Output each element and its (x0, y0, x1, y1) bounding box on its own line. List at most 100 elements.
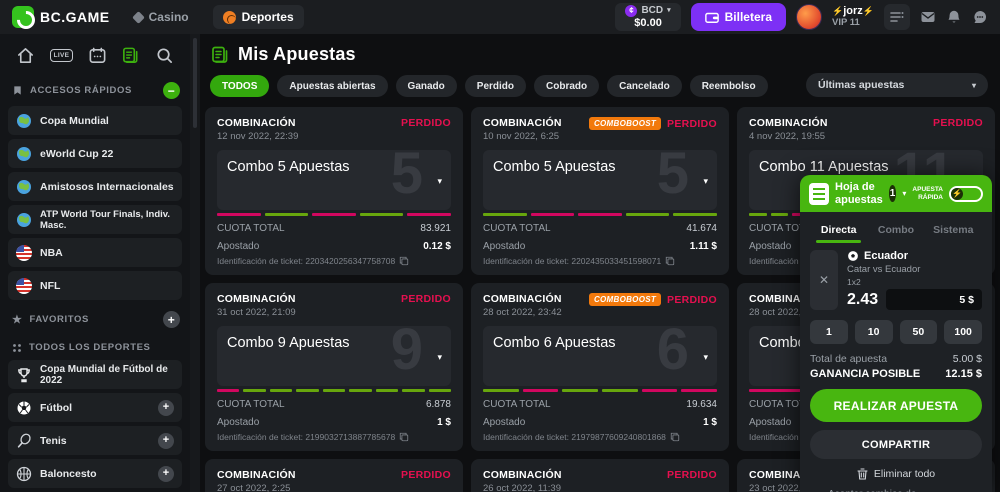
calendar-icon[interactable] (88, 46, 107, 65)
currency-selector[interactable]: ¢ BCD ▾ $0.00 (615, 3, 680, 31)
combo-summary[interactable]: Combo 5 Apuestas 5 ▾ (217, 150, 451, 210)
quick-bet-label: APUESTA RÁPIDA (912, 186, 943, 202)
avatar[interactable] (796, 4, 822, 30)
status-badge: PERDIDO (401, 469, 451, 481)
all-sports-header: TODOS LOS DEPORTES (8, 335, 182, 360)
sidebar-item-copa-mundial[interactable]: Copa Mundial (8, 106, 182, 135)
expand-futbol-button[interactable]: + (158, 400, 174, 416)
us-flag-icon (16, 245, 32, 261)
chevron-down-icon[interactable]: ▾ (437, 176, 442, 187)
remove-selection-button[interactable]: ✕ (810, 250, 838, 310)
tab-combo[interactable]: Combo (867, 218, 924, 243)
amount-10-button[interactable]: 10 (855, 320, 893, 344)
stake-input[interactable] (886, 289, 982, 310)
expand-baloncesto-button[interactable]: + (158, 466, 174, 482)
status-badge: PERDIDO (401, 293, 451, 305)
combo-title: Combo 11 Apuestas (759, 159, 889, 175)
filter-ganado[interactable]: Ganado (396, 75, 457, 97)
status-badge: PERDIDO (667, 294, 717, 306)
nav-tab-casino[interactable]: Casino (124, 5, 199, 29)
bcgame-logo[interactable]: BC.GAME (12, 6, 110, 28)
mail-icon[interactable] (920, 9, 936, 25)
nav-tab-deportes[interactable]: Deportes (213, 5, 304, 29)
user-info[interactable]: ⚡jorz⚡ VIP 11 (832, 5, 874, 29)
share-button[interactable]: COMPARTIR (810, 430, 982, 459)
sidebar-item-tenis[interactable]: Tenis + (8, 426, 182, 455)
chat-icon[interactable] (972, 9, 988, 25)
bell-icon[interactable] (946, 9, 962, 25)
filter-todos[interactable]: TODOS (210, 75, 269, 97)
bet-card[interactable]: COMBINACIÓN 12 nov 2022, 22:39 PERDIDO C… (205, 107, 463, 275)
filter-cobrado[interactable]: Cobrado (534, 75, 599, 97)
combo-summary[interactable]: Combo 5 Apuestas 5 ▾ (483, 150, 717, 210)
status-badge: PERDIDO (401, 117, 451, 129)
collapse-quick-access-button[interactable]: − (163, 82, 180, 99)
chevron-down-icon[interactable]: ▾ (703, 176, 708, 187)
status-badge: PERDIDO (667, 118, 717, 130)
bet-card[interactable]: COMBINACIÓN 31 oct 2022, 21:09 PERDIDO C… (205, 283, 463, 451)
wallet-button[interactable]: Billetera (691, 3, 786, 31)
sidebar-item-nfl[interactable]: NFL (8, 271, 182, 300)
remove-all-button[interactable]: Eliminar todo (810, 468, 982, 480)
place-bet-button[interactable]: REALIZAR APUESTA (810, 389, 982, 422)
expand-favorites-button[interactable]: + (163, 311, 180, 328)
filter-cancelado[interactable]: Cancelado (607, 75, 682, 97)
filter-apuestas-abiertas[interactable]: Apuestas abiertas (277, 75, 387, 97)
amount-1-button[interactable]: 1 (810, 320, 848, 344)
live-icon[interactable]: LIVE (50, 49, 74, 62)
expand-tenis-button[interactable]: + (158, 433, 174, 449)
lightning-icon: ⚡ (951, 188, 963, 200)
page-title: Mis Apuestas (238, 44, 356, 65)
chevron-down-icon[interactable]: ▾ (902, 189, 906, 198)
copy-icon[interactable] (399, 256, 409, 266)
chevron-down-icon[interactable]: ▾ (437, 352, 442, 363)
sidebar-icon-nav: LIVE (8, 40, 182, 75)
tennis-racket-icon (16, 433, 32, 449)
quick-bet-toggle[interactable]: ⚡ (949, 186, 983, 202)
filter-reembolso[interactable]: Reembolso (690, 75, 768, 97)
bet-type-label: COMBINACIÓN (483, 117, 562, 129)
combo-summary[interactable]: Combo 9 Apuestas 9 ▾ (217, 326, 451, 386)
bet-card[interactable]: COMBINACIÓN 26 oct 2022, 11:39 PERDIDO (471, 459, 729, 492)
copy-icon[interactable] (399, 432, 409, 442)
globe-icon (16, 113, 32, 129)
tab-sistema[interactable]: Sistema (925, 218, 982, 243)
ticket-id: Identificación de ticket: 21990327138877… (217, 432, 395, 442)
betslip-count-badge[interactable]: 1 (889, 185, 897, 202)
copy-icon[interactable] (665, 256, 675, 266)
betslip-selection: ✕ Ecuador Catar vs Ecuador 1x2 2.43 (810, 250, 982, 310)
bet-card[interactable]: COMBINACIÓN 27 oct 2022, 2:25 PERDIDO (205, 459, 463, 492)
bet-card[interactable]: COMBINACIÓN 28 oct 2022, 23:42 COMBOBOOS… (471, 283, 729, 451)
trash-icon (857, 468, 868, 480)
bet-type-label: COMBINACIÓN (483, 293, 562, 305)
sidebar-item-baloncesto[interactable]: Baloncesto + (8, 459, 182, 488)
bcgame-logo-icon (12, 6, 34, 28)
sidebar-item-amistosos[interactable]: Amistosos Internacionales (8, 172, 182, 201)
sidebar-item-futbol[interactable]: Fútbol + (8, 393, 182, 422)
filter-perdido[interactable]: Perdido (465, 75, 526, 97)
lightning-icon: ⚡ (832, 6, 843, 16)
chevron-down-icon[interactable]: ▾ (703, 352, 708, 363)
copy-icon[interactable] (670, 432, 680, 442)
search-icon[interactable] (155, 46, 174, 65)
amount-50-button[interactable]: 50 (900, 320, 938, 344)
sidebar-scrollbar[interactable] (190, 34, 200, 492)
betslip-header[interactable]: Hoja de apuestas 1 ▾ APUESTA RÁPIDA ⚡ (800, 175, 992, 212)
home-icon[interactable] (16, 46, 35, 65)
bet-date: 31 oct 2022, 21:09 (217, 307, 296, 318)
bet-card[interactable]: COMBINACIÓN 10 nov 2022, 6:25 COMBOBOOST… (471, 107, 729, 275)
vip-level: VIP 11 (832, 18, 874, 29)
quick-access-header: ACCESOS RÁPIDOS − (8, 75, 182, 106)
betslip-list-button[interactable] (884, 4, 910, 30)
sidebar-item-nba[interactable]: NBA (8, 238, 182, 267)
sidebar-item-world-cup-2022[interactable]: Copa Mundial de Fútbol de 2022 (8, 360, 182, 389)
my-bets-icon[interactable] (121, 46, 140, 65)
tab-directa[interactable]: Directa (810, 218, 867, 243)
combo-summary[interactable]: Combo 6 Apuestas 6 ▾ (483, 326, 717, 386)
amount-100-button[interactable]: 100 (944, 320, 982, 344)
sort-dropdown[interactable]: Últimas apuestas ▾ (806, 73, 988, 97)
sidebar-item-eworld-cup[interactable]: eWorld Cup 22 (8, 139, 182, 168)
sidebar-item-atp-finals[interactable]: ATP World Tour Finals, Indiv. Masc. (8, 205, 182, 234)
comboboost-badge: COMBOBOOST (589, 293, 661, 306)
trophy-icon (16, 367, 32, 383)
